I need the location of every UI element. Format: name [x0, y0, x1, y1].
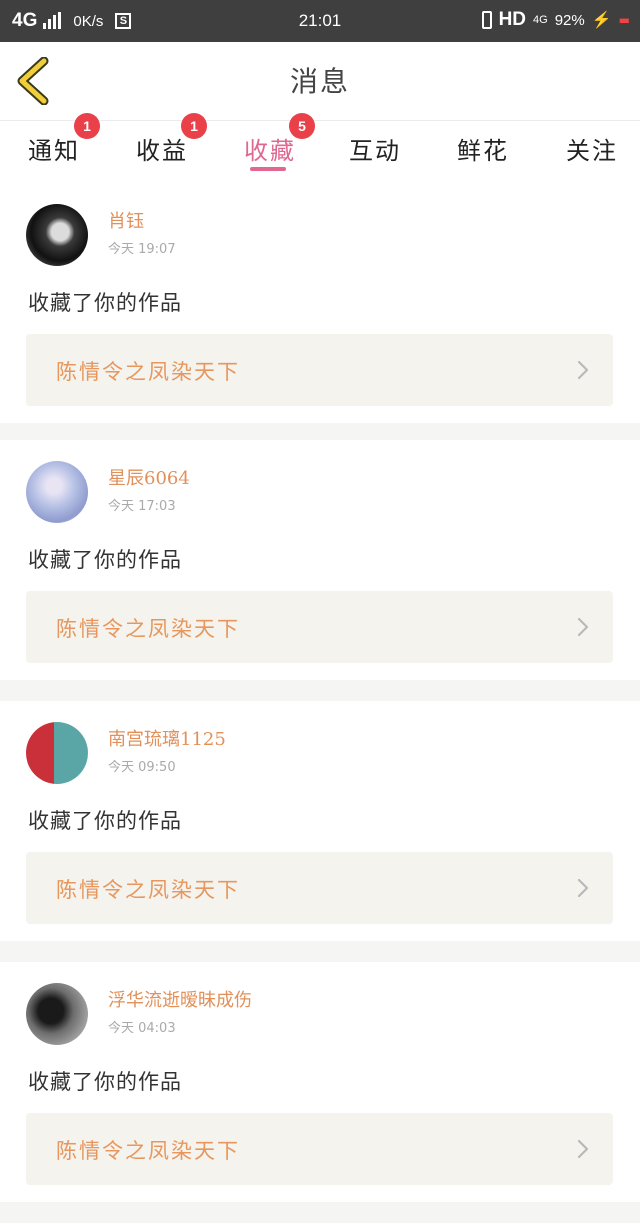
work-link[interactable]: 陈情令之凤染天下	[26, 852, 613, 924]
vibrate-icon	[481, 11, 492, 29]
tab-label: 收益	[136, 137, 188, 165]
tab-follows[interactable]: 关注	[566, 131, 618, 166]
avatar[interactable]	[26, 983, 88, 1045]
list-item: 肖钰 今天 19:07 收藏了你的作品 陈情令之凤染天下	[0, 183, 640, 423]
message-text: 收藏了你的作品	[28, 548, 182, 572]
notification-badge: 1	[74, 113, 100, 139]
charging-icon: ⚡	[591, 12, 612, 29]
tab-favorites[interactable]: 收藏	[244, 131, 296, 166]
message-text: 收藏了你的作品	[28, 1070, 182, 1094]
page-title: 消息	[289, 65, 350, 98]
battery-level: 92%	[554, 11, 585, 29]
timestamp: 今天 17:03	[108, 499, 176, 514]
chevron-right-icon	[577, 1139, 589, 1159]
tab-label: 通知	[28, 137, 80, 165]
hd-indicator: HD	[498, 9, 527, 30]
work-link[interactable]: 陈情令之凤染天下	[26, 1113, 613, 1185]
tab-flowers[interactable]: 鲜花	[457, 131, 509, 166]
chevron-right-icon	[577, 878, 589, 898]
app-notification-icon: ▬	[618, 13, 630, 27]
avatar[interactable]	[26, 461, 88, 523]
work-title: 陈情令之凤染天下	[56, 1139, 240, 1163]
message-text: 收藏了你的作品	[28, 291, 182, 315]
tab-label: 收藏	[244, 137, 296, 165]
lte-indicator: 4G	[533, 14, 548, 26]
work-link[interactable]: 陈情令之凤染天下	[26, 591, 613, 663]
work-link[interactable]: 陈情令之凤染天下	[26, 334, 613, 406]
notification-badge: 1	[181, 113, 207, 139]
active-tab-indicator	[250, 167, 286, 171]
tab-label: 关注	[566, 137, 618, 165]
tab-interactions[interactable]: 互动	[349, 131, 401, 166]
timestamp: 今天 19:07	[108, 242, 176, 257]
chevron-right-icon	[577, 360, 589, 380]
message-text: 收藏了你的作品	[28, 809, 182, 833]
username[interactable]: 星辰6064	[108, 464, 190, 490]
status-right: HD 4G 92% ⚡ ▬	[481, 9, 630, 31]
timestamp: 今天 09:50	[108, 760, 176, 775]
username[interactable]: 南宫琉璃1125	[108, 725, 226, 751]
status-bar: 4G 0K/s S 21:01 HD 4G 92% ⚡ ▬	[0, 0, 640, 42]
timestamp: 今天 04:03	[108, 1021, 176, 1036]
username[interactable]: 浮华流逝暧昧成伤	[108, 986, 252, 1012]
tab-earnings[interactable]: 收益	[136, 131, 188, 166]
work-title: 陈情令之凤染天下	[56, 878, 240, 902]
tab-notifications[interactable]: 通知	[28, 131, 80, 166]
notification-badge: 5	[289, 113, 315, 139]
list-item: 南宫琉璃1125 今天 09:50 收藏了你的作品 陈情令之凤染天下	[0, 701, 640, 941]
username[interactable]: 肖钰	[108, 207, 144, 233]
avatar[interactable]	[26, 204, 88, 266]
work-title: 陈情令之凤染天下	[56, 360, 240, 384]
tab-label: 鲜花	[457, 137, 509, 165]
tab-label: 互动	[349, 137, 401, 165]
nav-bar: 消息	[0, 42, 640, 121]
tab-bar: 通知 1 收益 1 收藏 5 互动 鲜花 关注	[0, 113, 640, 183]
chevron-right-icon	[577, 617, 589, 637]
avatar[interactable]	[26, 722, 88, 784]
list-item: 浮华流逝暧昧成伤 今天 04:03 收藏了你的作品 陈情令之凤染天下	[0, 962, 640, 1202]
list-item: 星辰6064 今天 17:03 收藏了你的作品 陈情令之凤染天下	[0, 440, 640, 680]
work-title: 陈情令之凤染天下	[56, 617, 240, 641]
